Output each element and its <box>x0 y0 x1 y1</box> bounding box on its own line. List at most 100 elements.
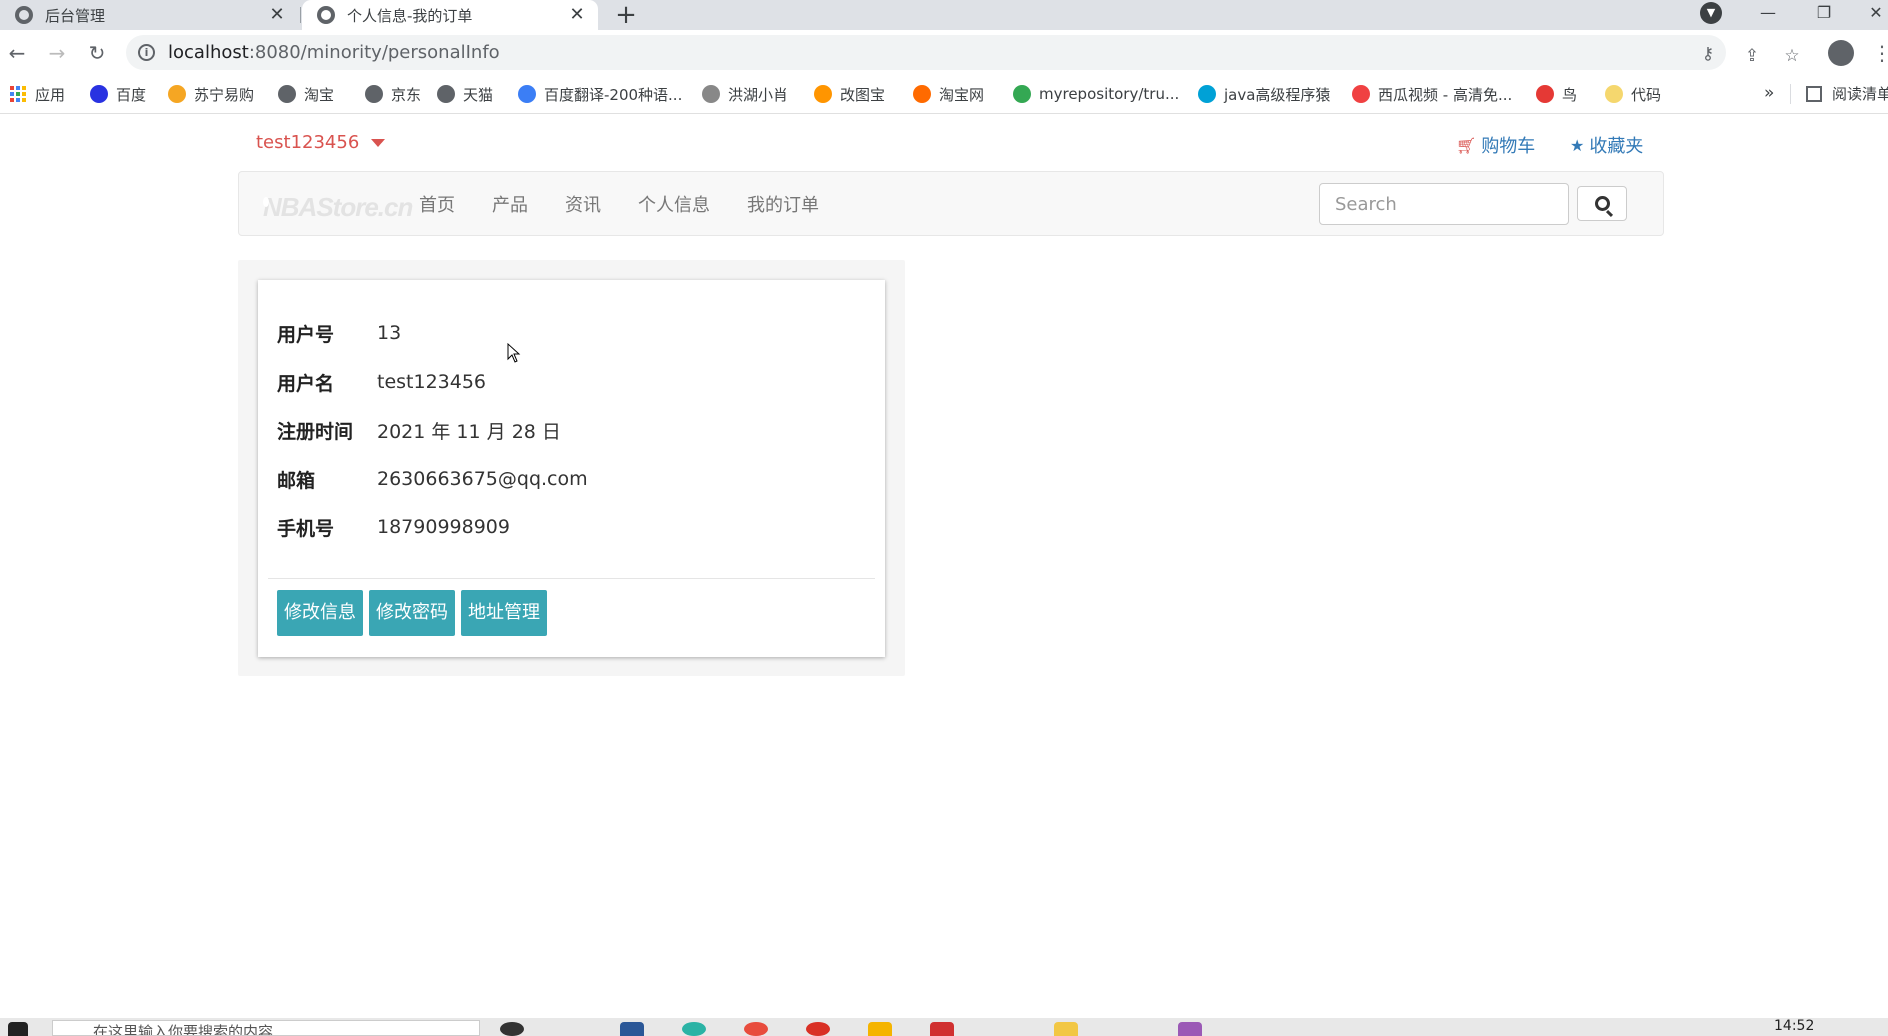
search-button[interactable] <box>1577 186 1627 221</box>
cortana-icon[interactable] <box>500 1022 524 1036</box>
bookmark-item[interactable]: java高级程序猿 <box>1198 83 1330 105</box>
app-icon[interactable] <box>806 1022 830 1036</box>
profile-value: 2021 年 11 月 28 日 <box>377 420 561 443</box>
bookmarks-more-icon[interactable]: » <box>1764 83 1774 103</box>
nav-products[interactable]: 产品 <box>492 191 528 217</box>
bookmark-label: 应用 <box>35 85 66 104</box>
close-icon[interactable]: ✕ <box>266 4 288 26</box>
tab-admin[interactable]: 后台管理 ✕ <box>0 0 298 30</box>
close-icon[interactable]: ✕ <box>566 4 588 26</box>
bookmark-item[interactable]: 代码 <box>1605 83 1661 105</box>
app-icon[interactable] <box>1054 1022 1078 1036</box>
change-password-button[interactable]: 修改密码 <box>369 590 455 636</box>
back-icon[interactable]: ← <box>2 38 32 68</box>
profile-key: 用户号 <box>277 323 335 346</box>
url-host: localhost <box>168 42 249 63</box>
profile-value: 2630663675@qq.com <box>377 468 588 490</box>
profile-key: 手机号 <box>277 517 335 540</box>
bilibili-icon <box>1198 85 1216 103</box>
baidu-icon <box>90 85 108 103</box>
windows-start-icon[interactable] <box>8 1022 28 1036</box>
bookmark-item[interactable]: 洪湖小肖 <box>702 83 788 105</box>
app-icon[interactable] <box>620 1022 644 1036</box>
minimize-icon[interactable]: — <box>1748 0 1788 30</box>
share-icon[interactable]: ⇪ <box>1740 44 1764 68</box>
new-tab-button[interactable]: + <box>612 0 640 30</box>
bookmark-item[interactable]: 京东 <box>365 83 421 105</box>
favorites-link[interactable]: ★ 收藏夹 <box>1570 132 1643 158</box>
reading-list-button[interactable]: 阅读清单 <box>1806 83 1888 104</box>
profile-row-username: 用户名 test123456 <box>277 367 486 397</box>
translate-icon <box>518 85 536 103</box>
bookmarks-bar: » 阅读清单 应用 百度 苏宁易购 淘宝 京东 天猫 百度翻译-200种语... 洪湖小肖 改图… <box>0 74 1888 114</box>
nav-my-orders[interactable]: 我的订单 <box>747 191 819 217</box>
bookmark-item[interactable]: 西瓜视频 - 高清免... <box>1352 83 1512 105</box>
bird-icon <box>702 85 720 103</box>
taskbar-search-input[interactable]: 在这里输入你要搜索的内容 <box>52 1020 480 1036</box>
address-bar[interactable]: i localhost:8080/minority/personalInfo ⚷ <box>126 35 1726 70</box>
edge-icon[interactable] <box>682 1022 706 1036</box>
cart-link[interactable]: 🛒︎ 购物车 <box>1456 132 1535 158</box>
nav-news[interactable]: 资讯 <box>565 191 601 217</box>
bookmark-item[interactable]: 应用 <box>10 83 65 105</box>
profile-value: 13 <box>377 322 402 344</box>
bookmark-item[interactable]: 百度翻译-200种语... <box>518 83 682 105</box>
tab-personal-info[interactable]: 个人信息-我的订单 ✕ <box>302 0 598 30</box>
bookmark-item[interactable]: 鸟 <box>1536 83 1577 105</box>
bookmark-item[interactable]: 苏宁易购 <box>168 83 254 105</box>
card-divider <box>268 578 875 579</box>
bookmark-item[interactable]: myrepository/tru... <box>1013 83 1179 105</box>
bookmark-label: myrepository/tru... <box>1039 85 1180 103</box>
bookmark-label: java高级程序猿 <box>1224 85 1331 104</box>
bookmarks-divider <box>1790 84 1791 104</box>
key-icon[interactable]: ⚷ <box>1696 42 1720 66</box>
bird-red-icon <box>1536 85 1554 103</box>
app-icon[interactable] <box>930 1022 954 1036</box>
bookmark-label: 百度 <box>116 85 147 104</box>
site-navbar: NBAStore.cn 首页 产品 资讯 个人信息 我的订单 <box>238 171 1664 236</box>
star-icon[interactable]: ☆ <box>1780 44 1804 68</box>
forward-icon[interactable]: → <box>42 38 72 68</box>
profile-row-user-id: 用户号 13 <box>277 318 401 348</box>
search-input[interactable] <box>1319 183 1569 225</box>
menu-icon[interactable]: ⋮ <box>1872 40 1888 66</box>
taskbar-clock: 14:52 <box>1774 1018 1815 1034</box>
bookmark-item[interactable]: 淘宝 <box>278 83 334 105</box>
user-dropdown[interactable]: test123456 <box>256 132 386 153</box>
reload-icon[interactable]: ↻ <box>82 38 112 68</box>
nav-links: 首页 产品 资讯 个人信息 我的订单 <box>419 172 856 235</box>
favorites-label: 收藏夹 <box>1589 136 1644 157</box>
brand-logo[interactable]: NBAStore.cn <box>259 190 413 224</box>
address-manage-button[interactable]: 地址管理 <box>461 590 547 636</box>
xigua-icon <box>1352 85 1370 103</box>
nav-home[interactable]: 首页 <box>419 191 455 217</box>
url-text[interactable]: localhost:8080/minority/personalInfo <box>168 42 500 63</box>
bookmark-item[interactable]: 天猫 <box>437 83 493 105</box>
window-close-icon[interactable]: ✕ <box>1856 0 1888 30</box>
globe-icon <box>15 6 33 24</box>
folder-icon[interactable] <box>868 1022 892 1036</box>
profile-icon[interactable] <box>1828 40 1854 66</box>
bookmark-item[interactable]: 淘宝网 <box>913 83 984 105</box>
profile-key: 用户名 <box>277 372 335 395</box>
chrome-icon[interactable] <box>744 1022 768 1036</box>
search-icon <box>1594 196 1610 211</box>
username-label: test123456 <box>256 132 360 153</box>
site-info-icon[interactable]: i <box>138 44 155 61</box>
bookmark-label: 鸟 <box>1562 85 1578 104</box>
profile-key: 邮箱 <box>277 469 316 492</box>
intellij-icon[interactable] <box>1178 1022 1202 1036</box>
bookmark-item[interactable]: 百度 <box>90 83 146 105</box>
apps-grid-icon <box>10 85 27 103</box>
os-taskbar: 在这里输入你要搜索的内容 14:52 <box>0 1018 1888 1036</box>
gaitubao-icon <box>814 85 832 103</box>
bookmark-label: 西瓜视频 - 高清免... <box>1378 85 1513 104</box>
nav-personal-info[interactable]: 个人信息 <box>638 191 710 217</box>
bookmark-item[interactable]: 改图宝 <box>814 83 885 105</box>
edit-info-button[interactable]: 修改信息 <box>277 590 363 636</box>
brand-text: NBAStore.cn <box>263 191 413 222</box>
bookmark-label: 改图宝 <box>840 85 886 104</box>
globe-icon <box>437 85 455 103</box>
tab-search-icon[interactable]: ▼ <box>1700 2 1722 24</box>
restore-icon[interactable]: ❐ <box>1804 0 1844 30</box>
